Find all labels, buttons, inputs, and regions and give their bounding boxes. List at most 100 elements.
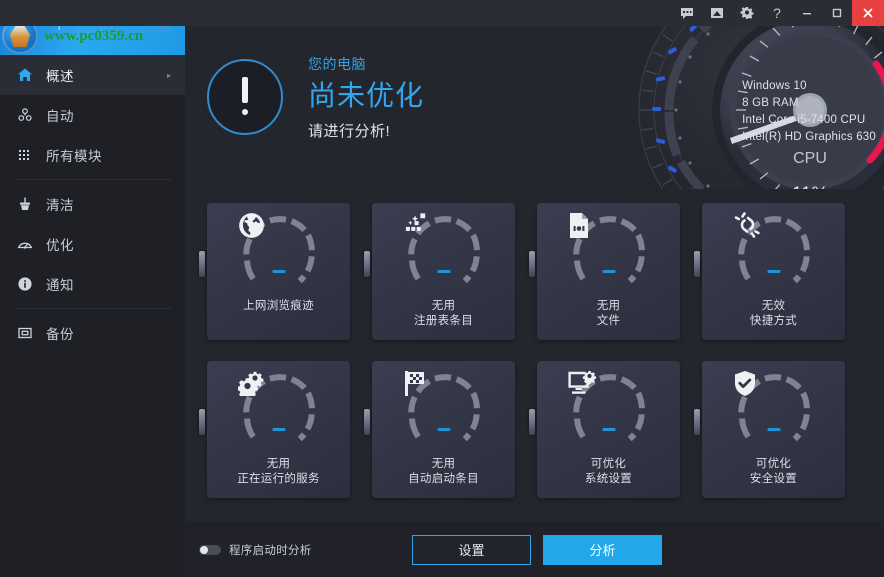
card-labels: 可优化 安全设置 — [750, 457, 797, 487]
gauge-icon — [14, 234, 36, 254]
settings-button[interactable]: 设置 — [412, 534, 531, 565]
globe-icon — [238, 212, 320, 294]
card-browsing-traces[interactable]: 上网浏览痕迹 — [207, 203, 350, 340]
status-text-group: 您的电脑 尚未优化 请进行分析! — [308, 54, 424, 141]
flag-icon — [403, 370, 485, 452]
card-label-line1: 可优化 — [755, 458, 792, 470]
card-label-line1: 无用 — [431, 300, 456, 312]
card-labels: 无用 注册表条目 — [414, 299, 473, 329]
sidebar-label-all-modules: 所有模块 — [46, 149, 102, 164]
card-label-line2: 正在运行的服务 — [237, 473, 320, 485]
status-header: CPU 11% 您的电脑 尚未优化 请进行分析! Windows 10 8 GB… — [185, 26, 884, 189]
toggle-switch[interactable] — [199, 544, 221, 555]
card-invalid-shortcuts[interactable]: 无效 快捷方式 — [702, 203, 845, 340]
card-wrapper: 可优化 安全设置 — [694, 361, 845, 498]
info-icon — [14, 274, 36, 294]
gear-icon[interactable] — [732, 0, 762, 26]
system-info-gpu: Intel(R) HD Graphics 630 — [742, 131, 876, 143]
card-handle[interactable] — [199, 251, 205, 277]
sidebar-item-overview[interactable]: 概述 ▸ — [0, 55, 185, 95]
system-info-ram: 8 GB RAM — [742, 97, 799, 109]
card-useless-autostart-entries[interactable]: 无用 自动启动条目 — [372, 361, 515, 498]
card-label-line2: 系统设置 — [584, 473, 633, 485]
card-labels: 无用 文件 — [597, 299, 621, 329]
card-useless-registry-entries[interactable]: 无用 注册表条目 — [372, 203, 515, 340]
status-subtitle: 您的电脑 — [308, 56, 366, 72]
sidebar: Ashampoo WinOptimizer 18 河东软件园 www.pc035… — [0, 0, 185, 577]
stats-icon[interactable] — [702, 0, 732, 26]
card-ring — [238, 212, 320, 294]
card-ring-dash — [602, 428, 615, 431]
card-labels: 无效 快捷方式 — [750, 299, 797, 329]
registry-icon — [403, 212, 485, 294]
card-label-line2: 注册表条目 — [414, 315, 473, 327]
gauge-value: 11% — [792, 184, 829, 189]
bottom-bar: 程序启动时分析 设置 分析 — [185, 522, 884, 577]
sidebar-item-optimize[interactable]: 优化 — [0, 224, 185, 264]
grid-icon — [14, 145, 36, 165]
shield-check-icon — [733, 370, 815, 452]
feedback-icon[interactable] — [672, 0, 702, 26]
sidebar-label-auto: 自动 — [46, 109, 74, 124]
help-icon[interactable]: ? — [762, 0, 792, 26]
card-ring — [733, 212, 815, 294]
card-ring-dash — [272, 270, 285, 273]
card-ring-dash — [437, 428, 450, 431]
card-wrapper: 上网浏览痕迹 — [199, 203, 350, 340]
card-wrapper: 无用 自动启动条目 — [364, 361, 515, 498]
warning-exclamation-icon — [207, 59, 283, 135]
sidebar-item-clean[interactable]: 清洁 — [0, 184, 185, 224]
card-label-line1: 无用 — [596, 300, 621, 312]
status-hint: 请进行分析! — [308, 123, 391, 141]
card-labels: 可优化 系统设置 — [585, 457, 632, 487]
card-handle[interactable] — [529, 251, 535, 277]
card-handle[interactable] — [694, 251, 700, 277]
card-handle[interactable] — [529, 409, 535, 435]
toggle-label: 程序启动时分析 — [229, 544, 312, 557]
close-icon[interactable] — [852, 0, 884, 26]
system-info-os: Windows 10 — [742, 80, 807, 92]
status-title: 尚未优化 — [308, 80, 425, 111]
minimize-icon[interactable] — [792, 0, 822, 26]
card-label-line1: 可优化 — [590, 458, 627, 470]
window-controls: ? — [672, 0, 884, 26]
card-labels: 上网浏览痕迹 — [243, 299, 314, 314]
sidebar-label-overview: 概述 — [46, 69, 74, 84]
sidebar-label-backup: 备份 — [46, 327, 74, 342]
sidebar-label-optimize: 优化 — [46, 238, 74, 253]
card-wrapper: 可优化 系统设置 — [529, 361, 680, 498]
auto-icon — [14, 105, 36, 125]
sidebar-item-all-modules[interactable]: 所有模块 — [0, 135, 185, 175]
broom-icon — [14, 194, 36, 214]
card-useless-files[interactable]: 无用 文件 — [537, 203, 680, 340]
card-ring — [403, 212, 485, 294]
card-handle[interactable] — [199, 409, 205, 435]
card-handle[interactable] — [364, 251, 370, 277]
maximize-icon[interactable] — [822, 0, 852, 26]
gauge-label: CPU — [793, 150, 827, 167]
card-useless-running-services[interactable]: 无用 正在运行的服务 — [207, 361, 350, 498]
card-optimizable-system-settings[interactable]: 可优化 系统设置 — [537, 361, 680, 498]
sidebar-divider-1 — [14, 179, 171, 180]
card-wrapper: 无效 快捷方式 — [694, 203, 845, 340]
sidebar-item-auto[interactable]: 自动 — [0, 95, 185, 135]
card-ring — [568, 212, 650, 294]
analyze-on-startup-toggle[interactable]: 程序启动时分析 — [199, 542, 312, 558]
card-optimizable-security-settings[interactable]: 可优化 安全设置 — [702, 361, 845, 498]
monitor-gear-icon — [567, 370, 650, 452]
card-label-line2: 安全设置 — [749, 473, 798, 485]
sidebar-item-notifications[interactable]: 通知 — [0, 264, 185, 304]
card-ring — [733, 370, 815, 452]
watermark-url: www.pc0359.cn — [44, 28, 144, 44]
card-label-line2: 自动启动条目 — [408, 473, 479, 485]
card-handle[interactable] — [694, 409, 700, 435]
card-wrapper: 无用 注册表条目 — [364, 203, 515, 340]
card-label-line1: 无用 — [431, 458, 456, 470]
analyze-button[interactable]: 分析 — [543, 534, 662, 565]
card-handle[interactable] — [364, 409, 370, 435]
sidebar-item-backup[interactable]: 备份 — [0, 313, 185, 353]
card-ring-dash — [437, 270, 450, 273]
card-ring-dash — [602, 270, 615, 273]
card-ring — [567, 370, 650, 452]
title-bar: ? — [0, 0, 884, 26]
